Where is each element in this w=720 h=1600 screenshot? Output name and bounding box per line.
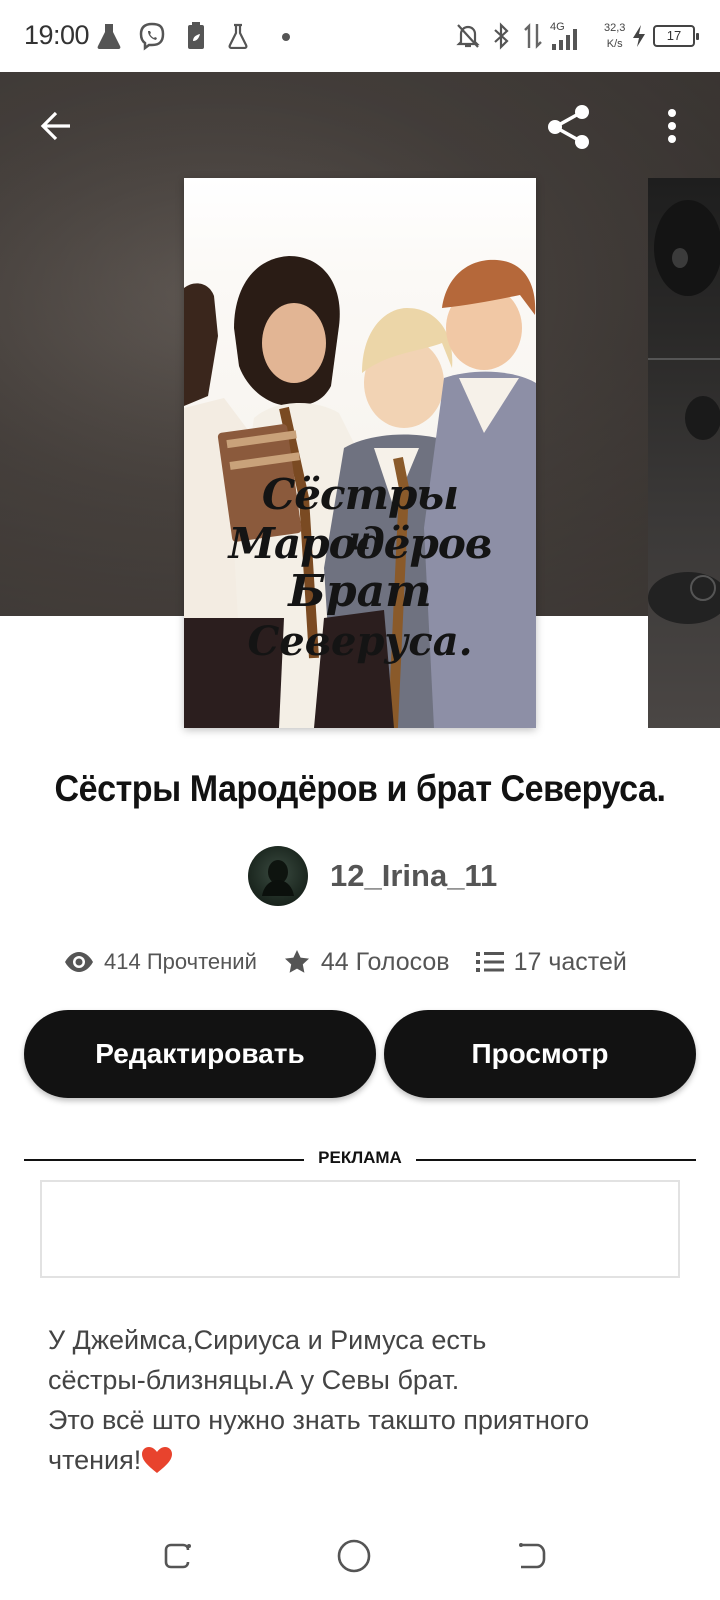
ad-label: РЕКЛАМА <box>318 1148 402 1167</box>
system-nav-bar <box>0 1510 720 1600</box>
network-speed-value: 32,3 <box>604 22 626 34</box>
description-line-text: чтения! <box>48 1445 142 1475</box>
home-button[interactable] <box>334 1536 374 1576</box>
story-stats: 414 Прочтений 44 Голосов 17 частей <box>64 942 653 982</box>
home-circle-icon <box>337 1539 371 1573</box>
reads-count: 414 Прочтений <box>104 949 257 974</box>
battery-level: 17 <box>653 25 699 47</box>
battery-saver-icon <box>184 18 208 54</box>
recents-icon <box>164 1543 191 1569</box>
recents-button[interactable] <box>158 1536 198 1576</box>
heart-icon <box>142 1447 173 1473</box>
signal-icon: 4G <box>548 18 582 54</box>
cover-title-line4: Северуса. <box>247 618 473 665</box>
network-speed: 32,3 K/s <box>604 20 625 52</box>
description-line: У Джеймса,Сириуса и Римуса есть <box>48 1325 487 1355</box>
share-icon <box>548 105 589 149</box>
description-line: Это всё што нужно знать такшто приятного <box>48 1405 590 1435</box>
cover-title-line2: и <box>349 522 371 557</box>
back-nav-icon <box>519 1543 546 1569</box>
cover-title-line3: Брат <box>288 566 432 617</box>
notification-dot <box>282 33 290 41</box>
story-title: Сёстры Мародёров и брат Северуса. <box>54 768 666 809</box>
more-button[interactable] <box>650 104 694 148</box>
author-link[interactable]: 12_Irina_11 <box>248 846 497 906</box>
votes-stat: 44 Голосов <box>283 948 450 977</box>
next-cover-image <box>648 200 720 624</box>
story-description: У Джеймса,Сириуса и Римуса есть сёстры-б… <box>48 1320 688 1480</box>
lab-flask-icon <box>226 18 250 54</box>
eye-icon <box>65 952 93 972</box>
status-time: 19:00 <box>24 20 90 50</box>
flask-icon <box>94 18 124 54</box>
ad-slot[interactable] <box>40 1180 680 1278</box>
parts-stat: 17 частей <box>475 947 627 977</box>
preview-button[interactable]: Просмотр <box>384 1010 696 1098</box>
votes-count: 44 Голосов <box>320 947 450 976</box>
edit-button[interactable]: Редактировать <box>24 1010 376 1098</box>
list-icon <box>475 952 504 972</box>
svg-text:4G: 4G <box>550 21 565 33</box>
avatar-image <box>262 860 294 896</box>
description-line: чтения! <box>48 1440 688 1480</box>
description-line: сёстры-близняцы.А у Севы брат. <box>48 1365 460 1395</box>
back-nav-button[interactable] <box>512 1536 552 1576</box>
star-icon <box>284 950 309 973</box>
ad-divider-right <box>416 1159 696 1161</box>
back-button[interactable] <box>34 104 78 148</box>
bluetooth-icon <box>490 18 512 54</box>
parts-count: 17 частей <box>513 947 627 976</box>
data-transfer-icon <box>522 18 544 54</box>
author-name[interactable]: 12_Irina_11 <box>330 858 497 894</box>
reads-stat: 414 Прочтений <box>64 949 257 975</box>
status-bar: 19:00 4G 32,3 K/s 17 <box>0 0 720 72</box>
share-button[interactable] <box>544 102 594 152</box>
arrow-left-icon <box>40 111 70 141</box>
story-cover[interactable]: Сёстры Мародёров и Брат Северуса. <box>184 178 536 728</box>
bell-off-icon <box>454 18 482 54</box>
network-speed-unit: K/s <box>606 38 623 50</box>
next-cover-preview[interactable] <box>648 178 720 728</box>
more-vertical-icon <box>668 109 676 143</box>
avatar[interactable] <box>248 846 308 906</box>
viber-icon <box>136 18 168 54</box>
charging-icon <box>630 18 648 54</box>
